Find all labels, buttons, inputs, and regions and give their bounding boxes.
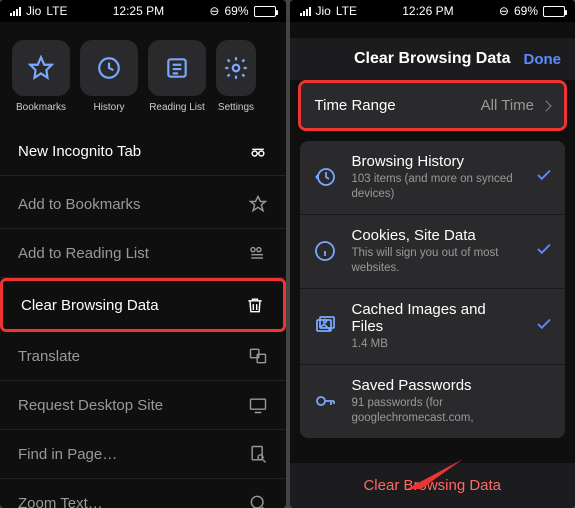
trash-icon <box>245 295 265 315</box>
history-icon <box>313 165 337 189</box>
reading-list-icon <box>248 243 268 263</box>
search-page-icon <box>248 444 268 464</box>
find-in-page[interactable]: Find in Page… <box>0 430 286 479</box>
star-icon <box>28 55 54 81</box>
request-desktop-site[interactable]: Request Desktop Site <box>0 381 286 430</box>
reading-list-tile[interactable]: Reading List <box>148 40 206 113</box>
info-icon <box>313 239 337 263</box>
battery-pct: 69% <box>224 4 248 18</box>
clear-browsing-data[interactable]: Clear Browsing Data <box>3 281 283 329</box>
status-bar: Jio LTE 12:25 PM ⊖ 69% <box>0 0 286 22</box>
network: LTE <box>336 4 357 18</box>
bookmarks-tile[interactable]: Bookmarks <box>12 40 70 113</box>
clock: 12:26 PM <box>402 4 453 18</box>
data-types-group: Browsing History 103 items (and more on … <box>300 141 566 438</box>
item-cached-images[interactable]: Cached Images and Files 1.4 MB <box>300 289 566 365</box>
translate-icon <box>248 346 268 366</box>
clear-browsing-data-button[interactable]: Clear Browsing Data <box>290 463 575 508</box>
highlight-clear-browsing: Clear Browsing Data <box>0 278 286 332</box>
carrier: Jio <box>26 4 41 18</box>
page-title: Clear Browsing Data <box>354 50 510 68</box>
time-range-row[interactable]: Time Range All Time <box>301 83 565 128</box>
carrier: Jio <box>316 4 331 18</box>
incognito-icon <box>248 141 268 161</box>
network: LTE <box>46 4 67 18</box>
time-range-value: All Time <box>481 97 534 114</box>
star-icon <box>248 194 268 214</box>
checkmark-icon <box>535 166 553 189</box>
list-icon <box>164 55 190 81</box>
clock: 12:25 PM <box>113 4 164 18</box>
chevron-right-icon <box>540 100 551 111</box>
quick-actions-row: Bookmarks History Reading List Settings <box>0 40 286 113</box>
history-tile[interactable]: History <box>80 40 138 113</box>
signal-icon <box>10 7 21 16</box>
item-browsing-history[interactable]: Browsing History 103 items (and more on … <box>300 141 566 215</box>
done-button[interactable]: Done <box>524 51 562 68</box>
settings-tile[interactable]: Settings <box>216 40 256 113</box>
battery-icon <box>543 6 565 17</box>
carplay-icon: ⊖ <box>209 4 219 18</box>
item-cookies[interactable]: Cookies, Site Data This will sign you ou… <box>300 215 566 289</box>
right-screenshot: Jio LTE 12:26 PM ⊖ 69% Clear Browsing Da… <box>290 0 575 508</box>
status-bar: Jio LTE 12:26 PM ⊖ 69% <box>290 0 575 22</box>
desktop-icon <box>248 395 268 415</box>
left-screenshot: Jio LTE 12:25 PM ⊖ 69% Bookmarks History… <box>0 0 286 508</box>
checkmark-icon <box>535 315 553 338</box>
image-icon <box>313 314 337 338</box>
time-range-label: Time Range <box>315 97 396 114</box>
carplay-icon: ⊖ <box>499 4 509 18</box>
zoom-icon <box>248 493 268 508</box>
history-icon <box>96 55 122 81</box>
signal-icon <box>300 7 311 16</box>
gear-icon <box>223 55 249 81</box>
item-saved-passwords[interactable]: Saved Passwords 91 passwords (for google… <box>300 365 566 438</box>
highlight-time-range: Time Range All Time <box>298 80 568 131</box>
new-incognito-tab[interactable]: New Incognito Tab <box>0 127 286 176</box>
key-icon <box>313 389 337 413</box>
battery-pct: 69% <box>514 4 538 18</box>
checkmark-icon <box>535 240 553 263</box>
add-to-bookmarks[interactable]: Add to Bookmarks <box>0 180 286 229</box>
battery-icon <box>254 6 276 17</box>
translate[interactable]: Translate <box>0 332 286 381</box>
zoom-text[interactable]: Zoom Text… <box>0 479 286 508</box>
modal-header: Clear Browsing Data Done <box>290 38 575 80</box>
add-to-reading-list[interactable]: Add to Reading List <box>0 229 286 278</box>
